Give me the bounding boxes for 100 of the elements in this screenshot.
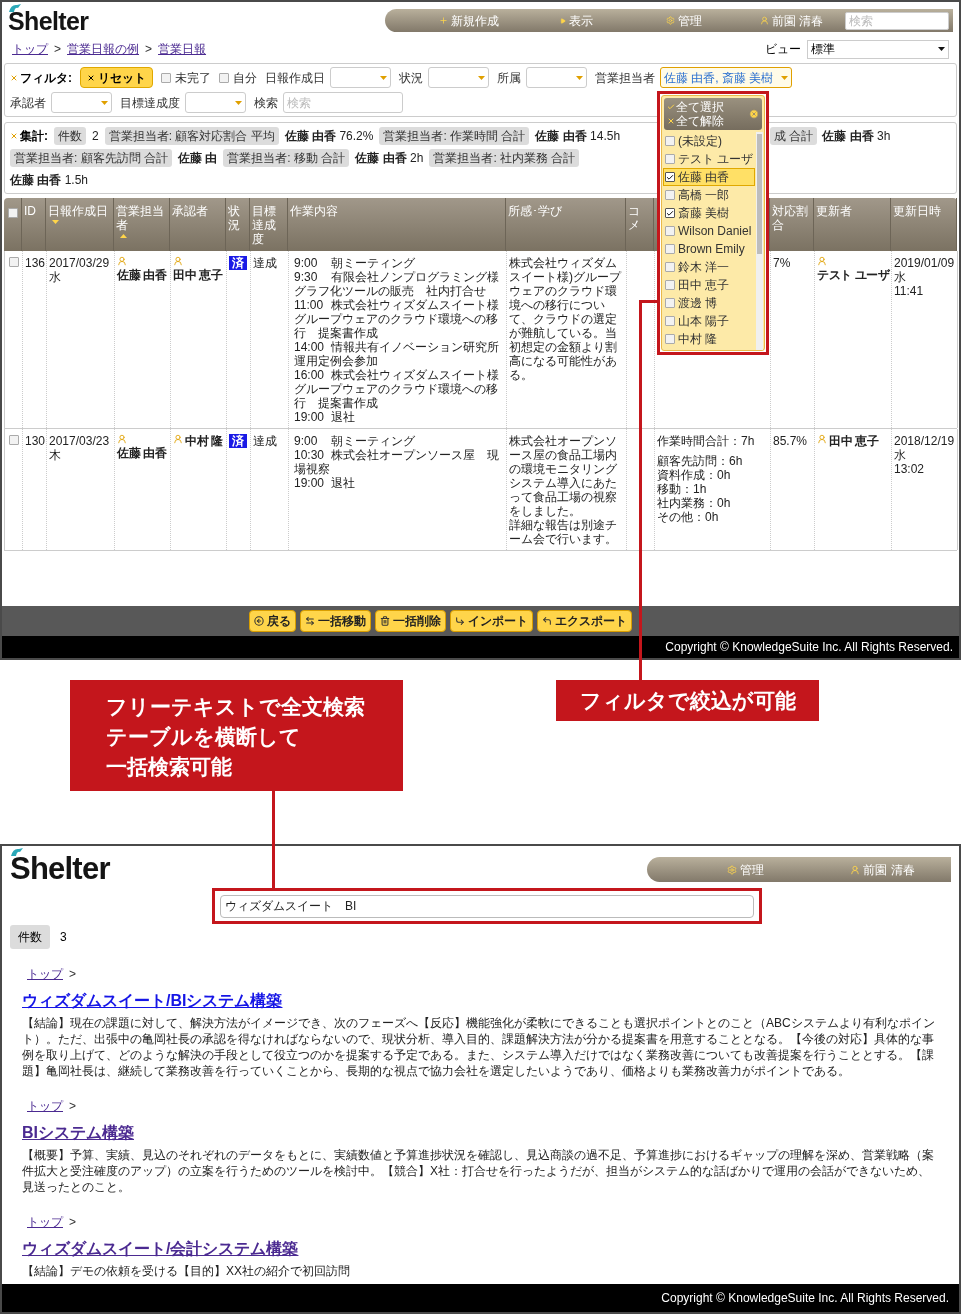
hours-line: 作業時間合計：7h [657,434,756,448]
dropdown-option[interactable]: 田中 恵子 [663,276,756,294]
option-label: 渡邊 博 [678,295,718,312]
search-field[interactable]: 検索 [283,92,403,113]
dropdown-option[interactable]: Wilson Daniel [663,222,756,240]
result-title-link[interactable]: ウィズダムスイート/BIシステム構築 [22,989,283,1013]
option-label: 佐藤 由香 [678,169,730,186]
checkbox[interactable] [665,244,675,254]
filter-label: 日報作成日 [265,69,325,87]
checkbox[interactable] [665,298,675,308]
checkbox[interactable] [665,190,675,200]
checkbox[interactable] [665,334,675,344]
dropdown-option[interactable]: 中村 隆 [663,330,756,348]
select-all-button[interactable]: 全て選択 [667,100,724,114]
filter-label: 未完了 [175,69,211,87]
option-label: Wilson Daniel [678,223,752,240]
column-header[interactable]: 対応割合 [772,204,811,232]
user-icon [817,434,827,444]
dropdown-option[interactable]: Brown Emily [663,240,756,258]
dropdown-option[interactable]: 佐藤 由香 [663,168,756,186]
breadcrumb-link[interactable]: トップ [27,1213,63,1231]
search-field[interactable]: 検索 [845,11,949,30]
search-field[interactable]: ウィズダムスイート BI [220,894,754,918]
action-button[interactable]: エクスポート [537,610,632,632]
checkbox[interactable] [665,226,675,236]
caret-icon [576,75,583,80]
hours-line: 資料作成：0h [657,468,732,482]
checkbox[interactable] [665,316,675,326]
dropdown-option[interactable]: 斎藤 美樹 [663,204,756,222]
hours-line: 移動：1h [657,482,708,496]
column-header[interactable]: コメ [628,204,651,232]
result-title-link[interactable]: BIシステム構築 [22,1121,134,1145]
result-summary: 【結論】現在の課題に対して、解決方法がイメージでき、次のフェーズへ【反応】機能強化が柔軟にできることも選択ポイントとのこと（ABCシステムより有利なポイント）。ただ、出張中の亀岡社長の承認を得なければならないので、現状分析、導入目的、課題解決方法が分かる提案書を用意することとなる。【今後の対応】具体的な事例を取り上げて、どのような解決の手段として役立つのかを提案する予定である。また、システム導入だけではなく業務改善についても改善提案を行うこととする。【課題】亀岡社長は、継続して業務改善を行っていくことから、長期的な視点で協力会社を選定したいようであり、価格よりも業務改善力がポイントである。 [22,1015,936,1079]
clear-all-button[interactable]: 全て解除 [667,114,724,128]
caret-icon [235,100,242,105]
column-header[interactable]: 状況 [228,204,247,232]
breadcrumb-link[interactable]: トップ [27,1097,63,1115]
dropdown-option[interactable]: テスト ユーザ [663,150,756,168]
dropdown-option[interactable]: 鈴木 洋一 [663,258,756,276]
result-title-link[interactable]: ウィズダムスイート/会計システム構築 [22,1237,299,1261]
select-field[interactable] [330,67,391,88]
result-summary: 【概要】予算、実績、見込のそれぞれのデータをもとに、実績数値と予算進捗状況を確認し、見込商談の過不足、予算進捗におけるギャップの理解を深め、営業戦略（案件拡大と受注確度のアップ）の立案を行うためのツールを検討中。【競合】X社：打合せを行ったようだが、担当がシステム的な話ばかりで運用の会話ができないため、見送ったとのこと。 [22,1147,935,1195]
checkbox[interactable] [665,208,675,218]
trash-icon [380,616,390,626]
select-field[interactable] [428,67,489,88]
checkbox[interactable] [161,72,171,83]
close-icon[interactable] [749,109,759,119]
dropdown-option[interactable]: 高橋 一郎 [663,186,756,204]
filter-label: 自分 [233,69,257,87]
user-icon [817,256,827,266]
caret-icon [938,47,945,51]
summary-label: 件数 [54,127,86,145]
swap-icon [305,616,315,626]
select-field[interactable]: 佐藤 由香, 斎藤 美樹 [660,67,792,88]
scrollbar[interactable] [756,132,763,350]
arrow-icon [455,616,465,626]
checkbox[interactable] [7,208,18,218]
filter-label: 営業担当者 [595,69,655,87]
breadcrumb-link[interactable]: トップ [12,40,48,58]
status-badge: 済 [229,434,247,448]
dropdown-option[interactable]: 山本 陽子 [663,312,756,330]
column-header[interactable]: 目標達成度 [252,204,285,246]
reset-button[interactable]: リセット [80,67,153,88]
checkbox[interactable] [665,136,675,146]
action-button[interactable]: 一括移動 [300,610,371,632]
user-icon [850,864,861,875]
breadcrumb-separator: > [69,966,76,983]
breadcrumb-link[interactable]: 営業日報 [158,40,207,58]
checkbox[interactable] [8,257,19,267]
dropdown-option[interactable]: (未設定) [663,132,756,150]
summary-value: 佐藤 由香 2h [355,150,424,167]
bird-icon [9,4,21,12]
bird-icon [11,848,23,856]
checkbox[interactable] [665,280,675,290]
breadcrumb-link[interactable]: 営業日報の例 [67,40,139,58]
action-button[interactable]: 一括削除 [375,610,446,632]
checkbox[interactable] [219,72,229,83]
table-cell: 2017/03/29 水 [49,256,110,284]
schedule-entry: 19:00 退社 [294,410,357,424]
table-cell: 達成 [253,256,277,270]
option-label: 田中 恵子 [678,277,730,294]
dropdown-option[interactable]: 渡邊 博 [663,294,756,312]
hours-line: 社内業務：0h [657,496,732,510]
checkbox[interactable] [8,435,19,445]
table-cell: 130 [25,434,46,448]
action-button[interactable]: 戻る [249,610,296,632]
view-select[interactable]: 標準 [807,39,949,59]
checkbox[interactable] [665,154,675,164]
table-cell: 佐藤 由香 [117,268,167,282]
select-field[interactable] [526,67,587,88]
checkbox[interactable] [665,262,675,272]
table-cell: 136 [25,256,46,270]
select-field[interactable] [51,92,112,113]
select-field[interactable] [185,92,246,113]
schedule-entry: 16:00 株式会社ウィズダムスイート様 グループウェアのクラウド環境への移行 提案書作成 [294,368,501,410]
hours-line: 顧客先訪問：6h [657,454,744,468]
column-header[interactable]: 営業担当者 [116,204,167,232]
breadcrumb-link[interactable]: トップ [27,965,63,983]
checkbox[interactable] [665,172,675,182]
action-button[interactable]: インポート [450,610,533,632]
